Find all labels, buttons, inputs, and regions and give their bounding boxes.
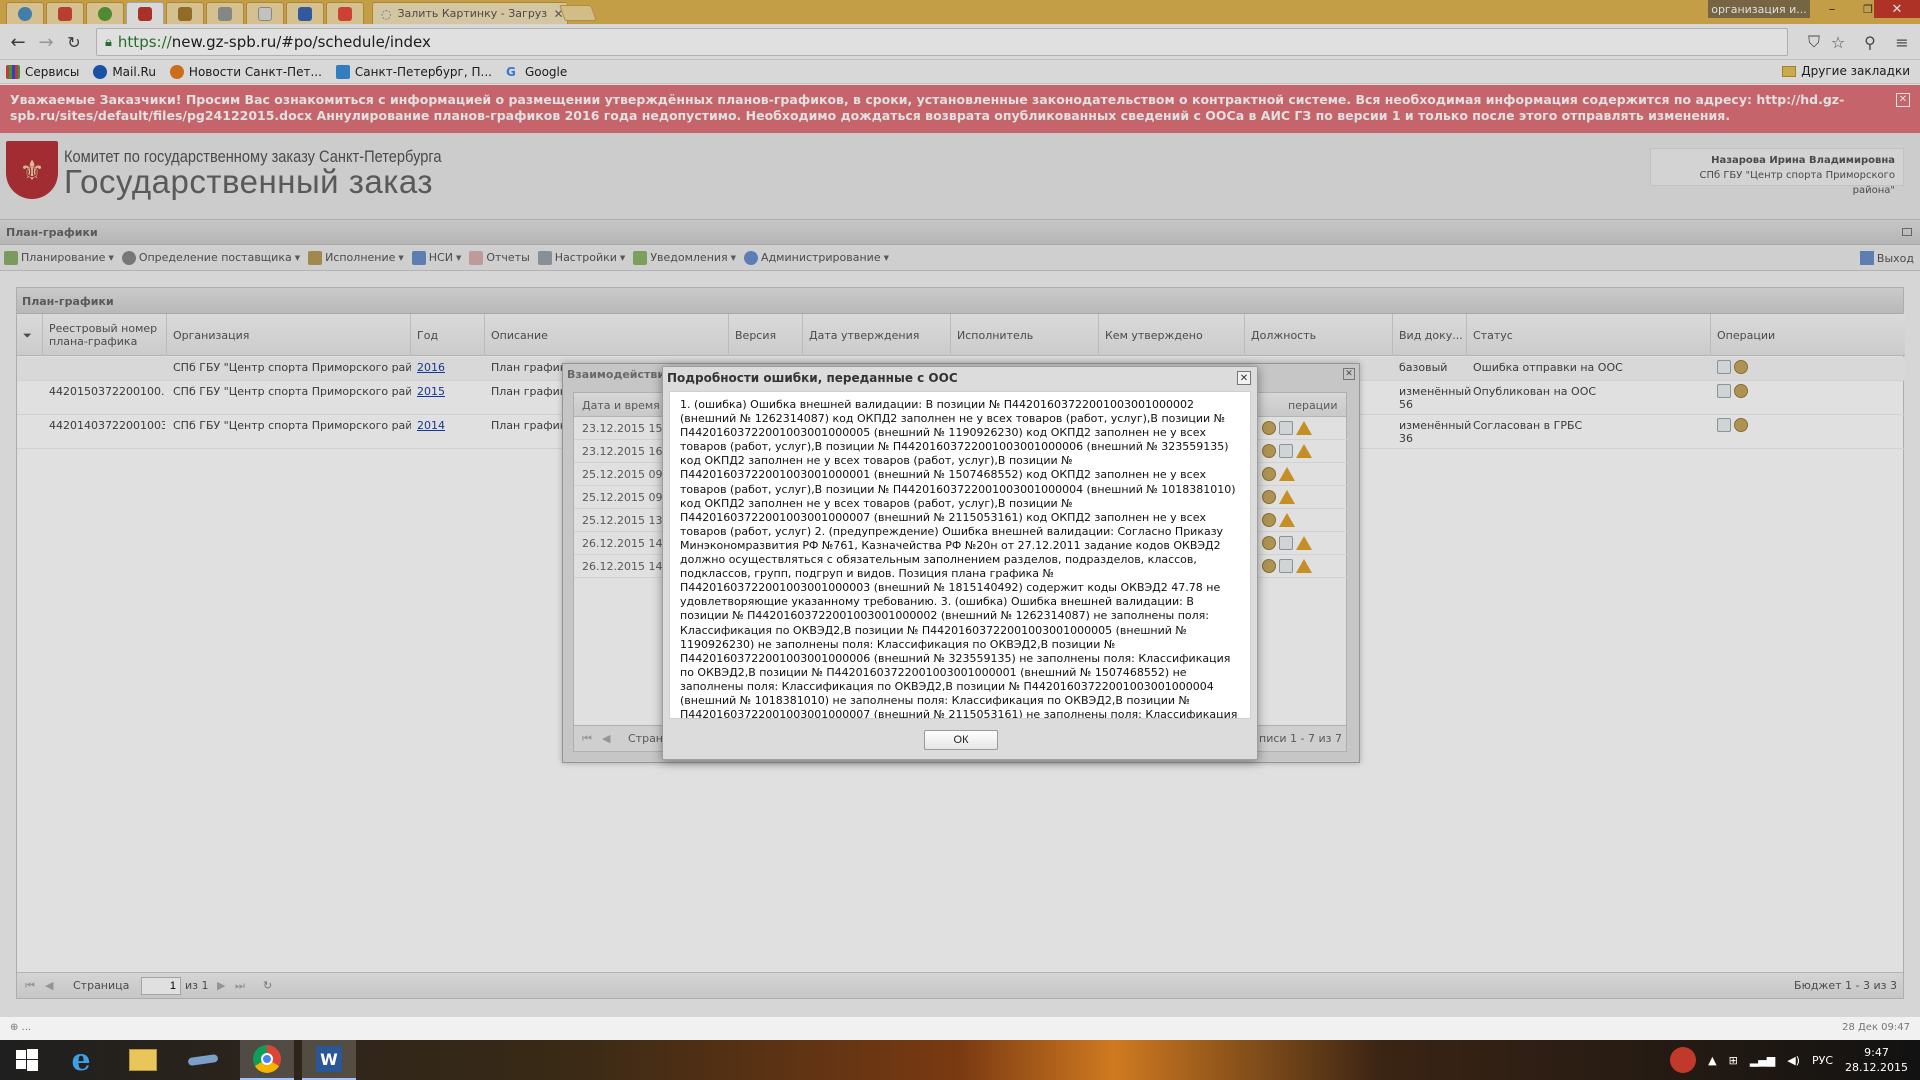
tray-expand-icon[interactable]: ▲ bbox=[1708, 1054, 1716, 1067]
status-bar: ⊕ ... 28 Дек 09:47 bbox=[0, 1016, 1920, 1040]
windows-taskbar: e W ▲ ⊞ ▂▄▆ ◀) РУС 9:47 28.12.2015 bbox=[0, 1040, 1920, 1080]
clock[interactable]: 9:47 28.12.2015 bbox=[1845, 1045, 1908, 1075]
volume-icon[interactable]: ◀) bbox=[1787, 1054, 1800, 1067]
language-indicator[interactable]: РУС bbox=[1812, 1054, 1833, 1067]
folder-icon bbox=[129, 1049, 157, 1071]
chrome-icon bbox=[253, 1045, 281, 1073]
ok-button[interactable]: ОК bbox=[924, 730, 998, 750]
ie-icon: e bbox=[71, 1042, 91, 1078]
error-details-dialog: Подробности ошибки, переданные с ООС ✕ 1… bbox=[662, 366, 1258, 760]
app-icon bbox=[187, 1053, 219, 1067]
error-dialog-title: Подробности ошибки, переданные с ООС bbox=[667, 371, 958, 385]
windows-icon bbox=[16, 1049, 38, 1071]
error-details-text: 1. (ошибка) Ошибка внешней валидации: В … bbox=[669, 391, 1251, 719]
word-icon: W bbox=[316, 1046, 342, 1072]
tray-windows-icon[interactable]: ⊞ bbox=[1729, 1054, 1738, 1067]
status-datetime: 28 Дек 09:47 bbox=[1842, 1022, 1910, 1033]
network-icon[interactable]: ▂▄▆ bbox=[1750, 1054, 1775, 1067]
taskbar-ie[interactable]: e bbox=[54, 1040, 108, 1080]
taskbar-explorer[interactable] bbox=[116, 1040, 170, 1080]
tray-app-icon[interactable] bbox=[1670, 1047, 1697, 1073]
taskbar-chrome[interactable] bbox=[240, 1040, 294, 1080]
system-tray: ▲ ⊞ ▂▄▆ ◀) РУС 9:47 28.12.2015 bbox=[1640, 1040, 1920, 1080]
status-indicator: ⊕ ... bbox=[10, 1022, 32, 1033]
taskbar-app[interactable] bbox=[176, 1040, 230, 1080]
taskbar-word[interactable]: W bbox=[302, 1040, 356, 1080]
error-dialog-close-icon[interactable]: ✕ bbox=[1237, 371, 1251, 385]
start-button[interactable] bbox=[0, 1040, 54, 1080]
